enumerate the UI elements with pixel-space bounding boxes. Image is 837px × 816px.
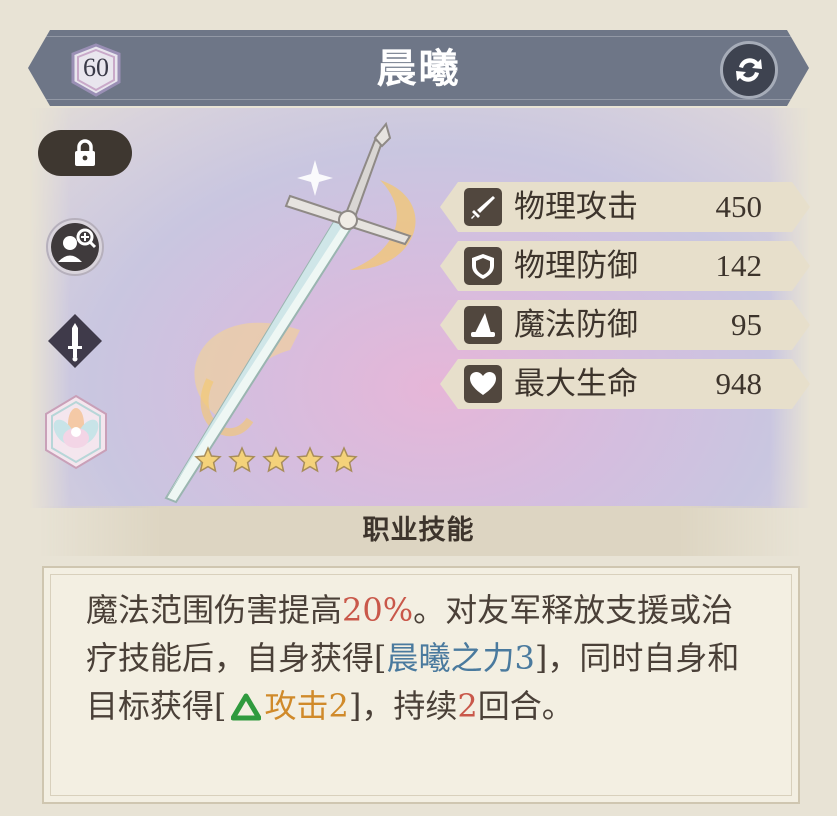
- stat-physical-defense: 物理防御 142: [440, 241, 810, 291]
- lock-icon: [75, 139, 95, 166]
- star-icon: [262, 446, 290, 473]
- stat-label: 魔法防御: [514, 307, 638, 343]
- skill-description: 魔法范围伤害提高20%。对友军释放支援或治疗技能后，自身获得[晨曦之力3]，同时…: [86, 591, 740, 725]
- stat-label: 物理攻击: [514, 189, 638, 225]
- star-icon: [330, 446, 358, 473]
- stat-physical-attack: 物理攻击 450: [440, 182, 810, 232]
- star-icon: [296, 446, 324, 473]
- stat-label: 物理防御: [514, 248, 638, 284]
- heart-icon: [464, 365, 502, 403]
- shield-icon: [464, 247, 502, 285]
- star-icon: [194, 446, 222, 473]
- stat-value: 450: [715, 189, 762, 224]
- lock-button[interactable]: [38, 130, 132, 176]
- stat-value: 142: [715, 248, 762, 283]
- swap-character-button[interactable]: [720, 41, 778, 99]
- stat-value: 95: [731, 307, 762, 342]
- attack-buff-link[interactable]: 攻击2: [265, 687, 349, 725]
- wizard-hat-icon: [464, 306, 502, 344]
- stat-max-hp: 最大生命 948: [440, 359, 810, 409]
- star-icon: [228, 446, 256, 473]
- swap-arrows-icon: [736, 58, 762, 82]
- magnify-character-icon[interactable]: [44, 216, 106, 278]
- sword-class-icon[interactable]: [46, 312, 104, 370]
- lotus-emblem-icon[interactable]: [32, 394, 120, 470]
- highlight-turns: 2: [457, 687, 478, 725]
- highlight-percent: 20%: [342, 591, 414, 629]
- skill-title: 职业技能: [362, 515, 475, 546]
- stat-value: 948: [715, 366, 762, 401]
- stat-magic-defense: 魔法防御 95: [440, 300, 810, 350]
- buff-up-triangle-icon: [230, 693, 261, 721]
- buff-link[interactable]: 晨曦之力3: [387, 639, 535, 677]
- stat-label: 最大生命: [514, 366, 638, 402]
- sword-icon: [464, 188, 502, 226]
- character-name: 晨曦: [376, 45, 461, 92]
